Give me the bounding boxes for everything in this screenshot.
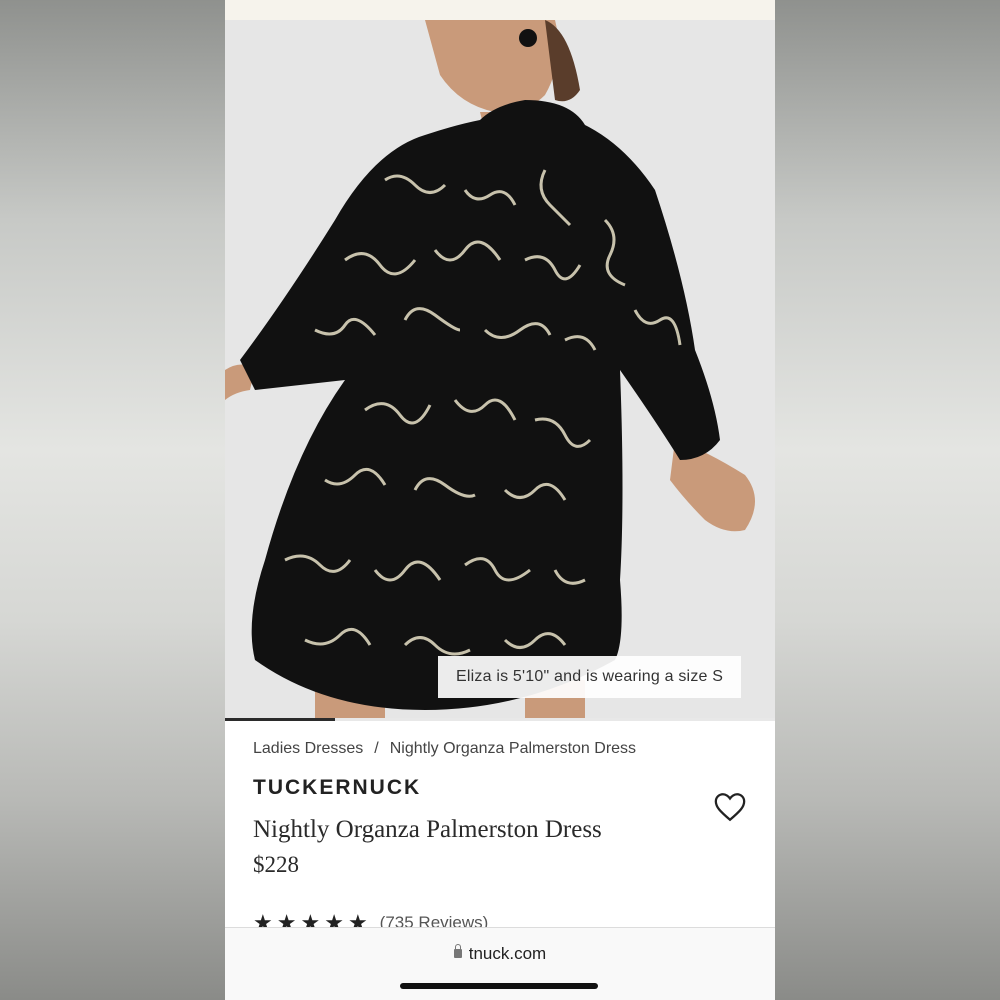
- brand-name[interactable]: TUCKERNUCK: [253, 776, 753, 800]
- phone-screen: Eliza is 5'10" and is wearing a size S L…: [225, 0, 775, 1000]
- background-blur-left: [0, 0, 225, 1000]
- product-info: Ladies Dresses / Nightly Organza Palmers…: [253, 740, 753, 934]
- browser-url-bar[interactable]: tnuck.com: [225, 927, 775, 1000]
- breadcrumb: Ladies Dresses / Nightly Organza Palmers…: [253, 740, 753, 758]
- model-size-caption: Eliza is 5'10" and is wearing a size S: [438, 656, 742, 698]
- url-display[interactable]: tnuck.com: [225, 944, 775, 964]
- dress-photo: [225, 20, 775, 720]
- home-indicator[interactable]: [400, 983, 598, 989]
- breadcrumb-item-ladies-dresses[interactable]: Ladies Dresses: [253, 740, 363, 758]
- carousel-progress-track: [225, 718, 775, 721]
- product-image[interactable]: Eliza is 5'10" and is wearing a size S: [225, 20, 775, 720]
- product-price: $228: [253, 852, 299, 877]
- top-banner-strip: [225, 0, 775, 20]
- breadcrumb-item-current[interactable]: Nightly Organza Palmerston Dress: [390, 740, 636, 758]
- breadcrumb-separator: /: [374, 740, 379, 757]
- url-text: tnuck.com: [468, 944, 547, 963]
- background-blur-right: [775, 0, 1000, 1000]
- product-title: Nightly Organza Palmerston Dress: [253, 816, 602, 843]
- carousel-progress-fill: [225, 718, 335, 721]
- heart-icon[interactable]: [713, 790, 747, 824]
- lock-icon: [453, 944, 462, 958]
